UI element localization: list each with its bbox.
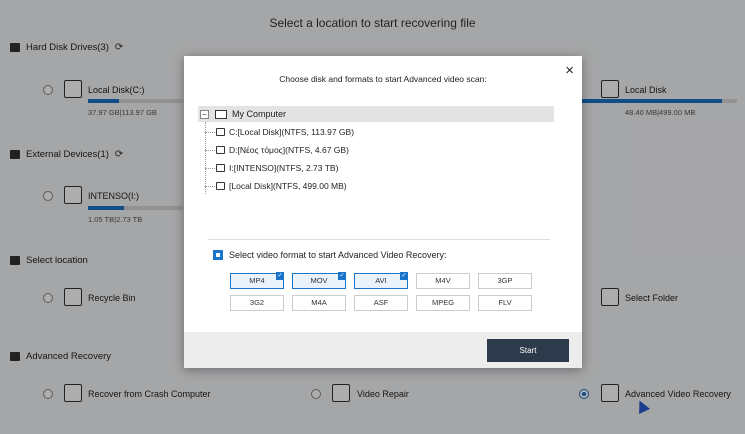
disk-icon [216, 182, 225, 190]
collapse-icon[interactable]: − [200, 109, 209, 119]
dialog-title: Choose disk and formats to start Advance… [279, 74, 487, 84]
disk-icon [216, 164, 225, 172]
close-icon[interactable]: × [565, 62, 574, 79]
tree-item-disk[interactable]: [Local Disk](NTFS, 499.00 MB) [205, 177, 347, 195]
advanced-video-scan-dialog: Choose disk and formats to start Advance… [184, 56, 582, 368]
divider [208, 239, 550, 240]
tree-root-label: My Computer [232, 109, 287, 119]
video-format-header[interactable]: Select video format to start Advanced Vi… [213, 250, 446, 260]
video-format-label: Select video format to start Advanced Vi… [229, 250, 447, 260]
tree-root-my-computer[interactable]: − My Computer [198, 106, 554, 122]
tree-item-disk[interactable]: D:[Νέος τόμος](NTFS, 4.67 GB) [205, 141, 349, 159]
select-all-formats-checkbox[interactable] [213, 250, 223, 260]
disk-icon [216, 146, 225, 154]
format-asf[interactable]: ASF [354, 295, 408, 311]
format-flv[interactable]: FLV [478, 295, 532, 311]
format-3g2[interactable]: 3G2 [230, 295, 284, 311]
tree-item-disk[interactable]: I:[INTENSO](NTFS, 2.73 TB) [205, 159, 338, 177]
format-avi[interactable]: AVI [354, 272, 408, 289]
format-mov[interactable]: MOV [292, 272, 346, 289]
tree-item-label: [Local Disk](NTFS, 499.00 MB) [229, 181, 347, 191]
start-button[interactable]: Start [487, 339, 569, 362]
format-grid: MP4 MOV AVI M4V 3GP 3G2 M4A ASF MPEG FLV [230, 272, 532, 311]
format-3gp[interactable]: 3GP [478, 273, 532, 289]
tree-item-label: D:[Νέος τόμος](NTFS, 4.67 GB) [229, 145, 349, 155]
format-m4v[interactable]: M4V [416, 273, 470, 289]
tree-item-label: I:[INTENSO](NTFS, 2.73 TB) [229, 163, 339, 173]
tree-item-disk[interactable]: C:[Local Disk](NTFS, 113.97 GB) [205, 123, 354, 141]
format-mpeg[interactable]: MPEG [416, 295, 470, 311]
format-m4a[interactable]: M4A [292, 295, 346, 311]
computer-icon [215, 109, 227, 119]
format-mp4[interactable]: MP4 [230, 272, 284, 289]
dialog-footer: Start [184, 332, 582, 368]
tree-item-label: C:[Local Disk](NTFS, 113.97 GB) [229, 127, 355, 137]
disk-icon [216, 128, 225, 136]
